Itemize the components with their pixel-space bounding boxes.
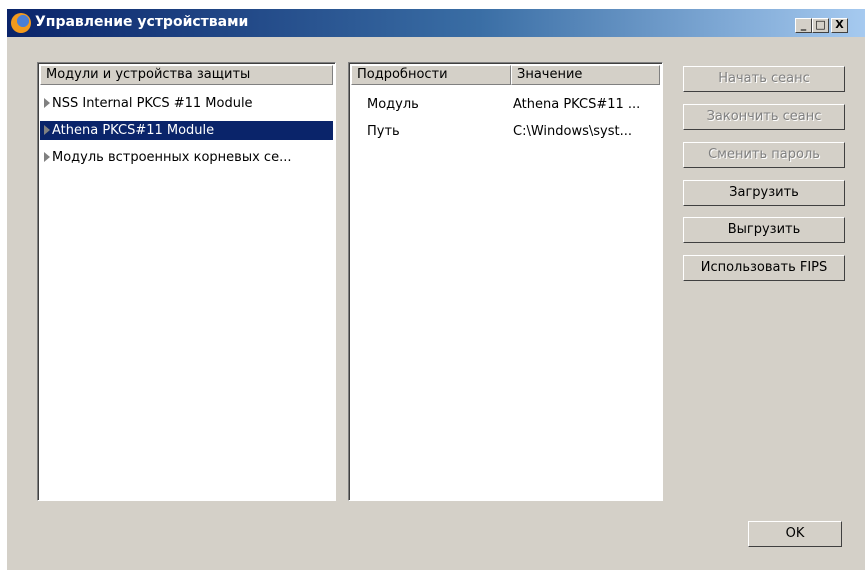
tree-item-builtin-roots[interactable]: Модуль встроенных корневых се... (40, 148, 333, 167)
use-fips-button[interactable]: Использовать FIPS (683, 255, 845, 281)
end-session-button[interactable]: Закончить сеанс (683, 104, 845, 130)
title-bar[interactable]: Управление устройствами _ □ X (7, 9, 865, 37)
tree-item-nss-internal[interactable]: NSS Internal PKCS #11 Module (40, 94, 333, 113)
firefox-icon (11, 13, 31, 33)
load-button[interactable]: Загрузить (683, 180, 845, 206)
start-session-button[interactable]: Начать сеанс (683, 66, 845, 92)
modules-tree[interactable]: Модули и устройства защиты NSS Internal … (37, 62, 336, 501)
ok-button[interactable]: OK (748, 521, 842, 547)
expand-triangle-icon[interactable] (44, 125, 50, 135)
maximize-button[interactable]: □ (812, 18, 829, 33)
tree-item-label: NSS Internal PKCS #11 Module (52, 96, 253, 111)
tree-item-label: Athena PKCS#11 Module (52, 123, 215, 138)
detail-value-path: C:\Windows\syst... (513, 124, 632, 139)
value-column-header[interactable]: Значение (511, 65, 660, 85)
window-title: Управление устройствами (35, 14, 249, 30)
details-column-header[interactable]: Подробности (351, 65, 511, 85)
detail-value-module: Athena PKCS#11 ... (513, 97, 641, 112)
detail-name-path: Путь (367, 124, 400, 139)
unload-button[interactable]: Выгрузить (683, 217, 845, 243)
close-button[interactable]: X (831, 18, 848, 33)
detail-name-module: Модуль (367, 97, 419, 112)
change-password-button[interactable]: Сменить пароль (683, 142, 845, 168)
expand-triangle-icon[interactable] (44, 98, 50, 108)
expand-triangle-icon[interactable] (44, 152, 50, 162)
modules-column-header[interactable]: Модули и устройства защиты (40, 65, 333, 85)
details-table[interactable]: Подробности Значение Модуль Athena PKCS#… (348, 62, 663, 501)
tree-item-label: Модуль встроенных корневых се... (52, 150, 292, 165)
tree-item-athena[interactable]: Athena PKCS#11 Module (40, 121, 333, 140)
minimize-button[interactable]: _ (795, 18, 812, 33)
device-manager-window: Управление устройствами _ □ X Модули и у… (6, 8, 865, 570)
